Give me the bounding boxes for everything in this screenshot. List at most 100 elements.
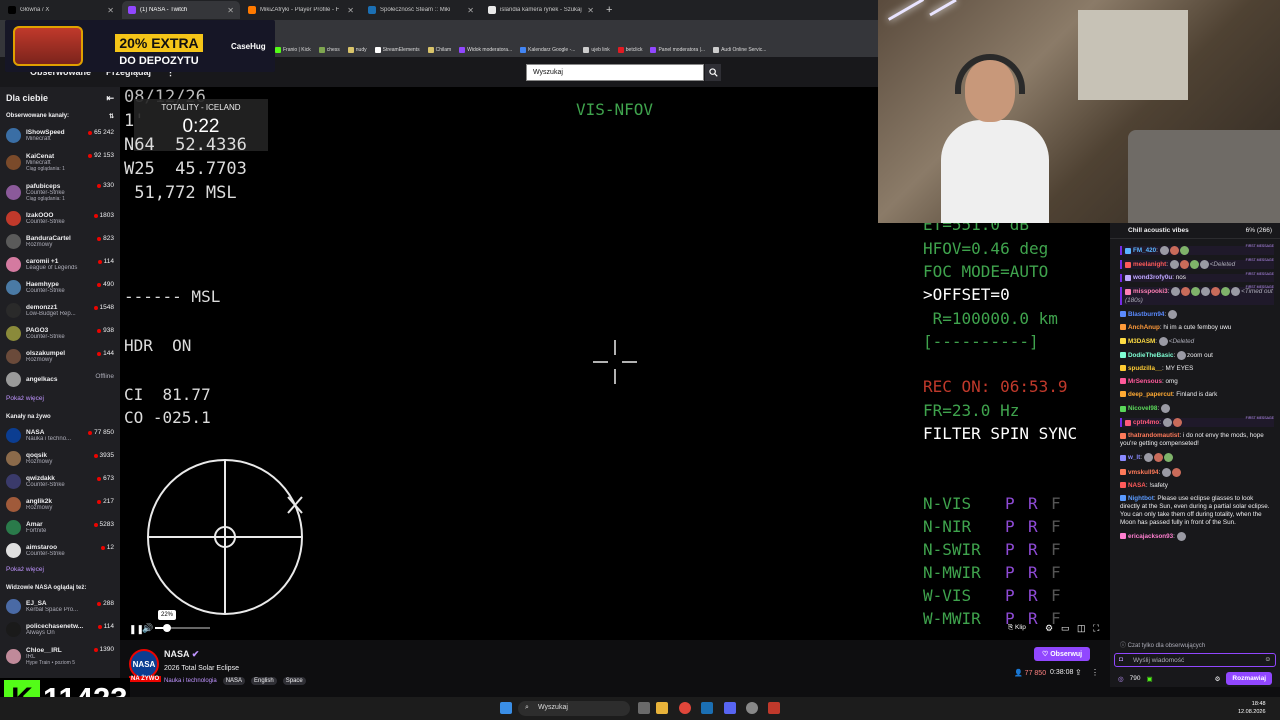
sidebar-channel[interactable]: qwizdakk Counter-Strike 673	[0, 470, 120, 493]
close-icon[interactable]: ✕	[587, 6, 594, 15]
sidebar-channel[interactable]: PAGO3 Counter-Strike 938	[0, 322, 120, 345]
more-options-icon[interactable]: ⋮	[1091, 668, 1099, 677]
streamer-avatar[interactable]: NASA	[129, 649, 159, 679]
sidebar-channel[interactable]: IzakOOO Counter-Strike 1803	[0, 207, 120, 230]
sidebar-channel[interactable]: olszakumpel Rozmowy 144	[0, 345, 120, 368]
browser-tab[interactable]: (1) NASA - Twitch ✕	[122, 1, 240, 19]
task-view-icon[interactable]	[638, 702, 650, 714]
file-explorer-icon[interactable]	[656, 702, 668, 714]
chat-username[interactable]: deep_papercut	[1128, 391, 1173, 398]
sidebar-channel[interactable]: demonzz1 Low-Budget Rep... 1548	[0, 299, 120, 322]
search-button[interactable]	[705, 64, 721, 81]
bookmark-item[interactable]: betclick	[617, 46, 642, 53]
search-input[interactable]: Wyszukaj	[526, 64, 704, 81]
close-icon[interactable]: ✕	[227, 6, 234, 15]
stream-tag[interactable]: English	[251, 677, 277, 685]
picture-in-picture-icon[interactable]: ◫	[1077, 623, 1086, 634]
chat-username[interactable]: ericajackson93	[1128, 533, 1173, 540]
sidebar-channel[interactable]: KaiCenat Minecraft Ciąg oglądania: 1 92 153	[0, 147, 120, 177]
chat-username[interactable]: DodieTheBasic	[1128, 352, 1174, 359]
close-icon[interactable]: ✕	[347, 6, 354, 15]
settings-gear-icon[interactable]: ⚙	[1045, 623, 1053, 634]
sidebar-channel[interactable]: pafubiceps Counter-Strike Ciąg oglądania: …	[0, 177, 120, 207]
chat-poll-banner[interactable]: Chill acoustic vibes 6% (266)	[1110, 223, 1280, 239]
sidebar-channel[interactable]: angelkacs Offline	[0, 368, 120, 391]
bookmark-item[interactable]: Audi Online Servic...	[713, 46, 766, 53]
channel-points-icon[interactable]: ◎	[1118, 675, 1124, 683]
chat-username[interactable]: misspooki3	[1133, 289, 1168, 296]
sidebar-channel[interactable]: Haemhype Counter-Strike 490	[0, 276, 120, 299]
fullscreen-icon[interactable]: ⛶	[1093, 623, 1099, 634]
chat-send-button[interactable]: Rozmawiaj	[1226, 672, 1272, 685]
sidebar-channel[interactable]: EJ_SA Kerbal Space Pro... 288	[0, 595, 120, 618]
close-icon[interactable]: ✕	[107, 6, 114, 15]
chat-username[interactable]: meelanight	[1133, 261, 1166, 268]
streamer-name[interactable]: NASA ✔	[164, 649, 199, 660]
emote-picker-icon[interactable]: ☺	[1264, 656, 1271, 663]
sidebar-channel[interactable]: IShowSpeed Minecraft 65 242	[0, 124, 120, 147]
chat-username[interactable]: FM_420	[1133, 247, 1156, 254]
ad-banner[interactable]: 20% EXTRA DO DEPOZYTU CaseHug	[5, 20, 275, 72]
bookmark-item[interactable]: chess	[318, 46, 340, 53]
discord-icon[interactable]	[724, 702, 736, 714]
sidebar-channel[interactable]: caromii +1 League of Legends 114	[0, 253, 120, 276]
chat-username[interactable]: cptn4mo	[1133, 419, 1159, 426]
chat-username[interactable]: Nightbot	[1128, 495, 1154, 502]
obs-icon[interactable]	[746, 702, 758, 714]
follow-button[interactable]: ♡ Obserwuj	[1034, 647, 1091, 661]
steam-icon[interactable]	[701, 702, 713, 714]
taskbar-search[interactable]: ⌕ Wyszukaj	[518, 701, 630, 716]
collapse-icon[interactable]: ⇤	[106, 93, 114, 104]
chat-username[interactable]: Blastburn94	[1128, 311, 1164, 318]
chat-username[interactable]: MrSensous	[1128, 378, 1162, 385]
chat-username[interactable]: NASA	[1128, 482, 1146, 489]
browser-tab[interactable]: Społeczność Steam :: Miki ✕	[362, 1, 480, 19]
bookmark-item[interactable]: StreamElements	[374, 46, 420, 53]
bookmark-item[interactable]: Panel moderatora |...	[650, 46, 705, 53]
chat-username[interactable]: wond3rofy0u	[1133, 274, 1172, 281]
close-icon[interactable]: ✕	[467, 6, 474, 15]
stream-category[interactable]: Nauka i technologia	[164, 678, 217, 684]
chrome-icon[interactable]	[679, 702, 691, 714]
chat-username[interactable]: M3DASM	[1128, 338, 1155, 345]
bits-icon[interactable]: ▣	[1147, 675, 1153, 683]
app-icon[interactable]	[768, 702, 780, 714]
browser-tab[interactable]: islandia kamera rynek - Szukaj ✕	[482, 1, 600, 19]
chat-username[interactable]: w_lt	[1128, 455, 1140, 462]
show-more-live[interactable]: Pokaż więcej	[0, 562, 120, 581]
bookmark-item[interactable]: Kalendarz Google -...	[520, 46, 575, 53]
theatre-mode-icon[interactable]: ▭	[1061, 623, 1070, 634]
chat-username[interactable]: spudzilla__	[1128, 365, 1162, 372]
sort-icon[interactable]: ⇅	[109, 113, 114, 120]
bookmark-item[interactable]: nudy	[347, 46, 367, 53]
chat-username[interactable]: thatrandomautist	[1128, 432, 1179, 439]
share-icon[interactable]: ⇪	[1075, 668, 1082, 677]
browser-tab[interactable]: MikiZAfryki - Player Profile - F ✕	[242, 1, 360, 19]
chat-username[interactable]: Nicovel98	[1128, 405, 1157, 412]
sidebar-channel[interactable]: NASA Nauka i techno... 77 850	[0, 424, 120, 447]
show-more-followed[interactable]: Pokaż więcej	[0, 391, 120, 410]
stream-tag[interactable]: NASA	[222, 677, 246, 685]
sidebar-channel[interactable]: policechasenetw... Always On 114	[0, 618, 120, 641]
volume-slider[interactable]	[155, 624, 210, 632]
new-tab-icon[interactable]: +	[606, 4, 612, 16]
windows-start-icon[interactable]	[500, 702, 512, 714]
bookmark-item[interactable]: ujeb link	[583, 46, 610, 53]
bookmark-item[interactable]: Franio | Kick	[275, 46, 311, 53]
chat-username[interactable]: AnchAnup	[1128, 324, 1160, 331]
clip-button[interactable]: ⎘ Klip	[1008, 624, 1026, 632]
bookmark-item[interactable]: Widok moderatora...	[459, 46, 512, 53]
volume-icon[interactable]: 🔊	[142, 623, 153, 634]
bookmark-item[interactable]: Chilam	[427, 46, 451, 53]
sidebar-channel[interactable]: aimstaroo Counter-Strike 12	[0, 539, 120, 562]
stream-tag[interactable]: Space	[282, 677, 306, 685]
sidebar-channel[interactable]: anglik2k Rozmowy 217	[0, 493, 120, 516]
sidebar-channel[interactable]: qoqsik Rozmowy 3935	[0, 447, 120, 470]
sidebar-channel[interactable]: Amar Fortnite 5283	[0, 516, 120, 539]
chat-username[interactable]: vmskull94	[1128, 469, 1158, 476]
chat-settings-icon[interactable]: ⚙	[1215, 675, 1221, 683]
browser-tab[interactable]: Główna / X ✕	[2, 1, 120, 19]
sidebar-channel[interactable]: BanduraCartel Rozmowy 823	[0, 230, 120, 253]
volume-slider-handle[interactable]	[163, 624, 172, 632]
chat-input[interactable]: ◘ Wyślij wiadomość ☺	[1114, 653, 1276, 667]
